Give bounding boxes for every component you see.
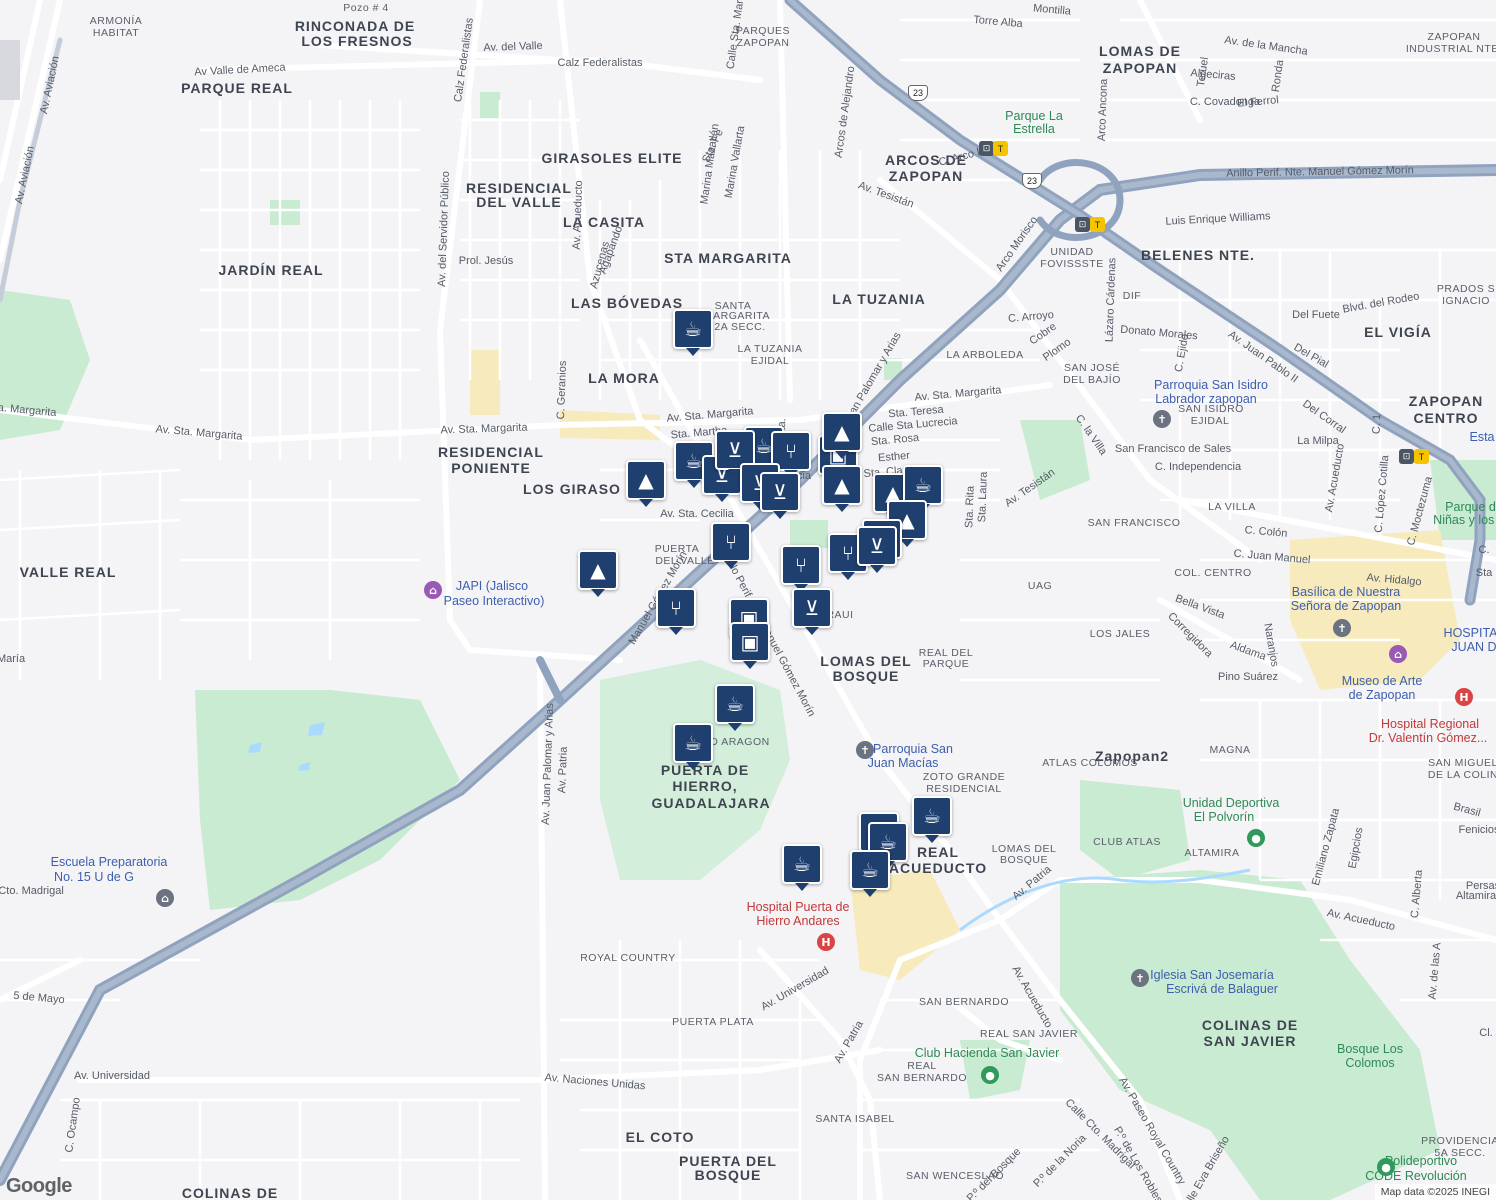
church-icon[interactable]: ✝ (1131, 969, 1149, 987)
map-attribution: Map data ©2025 INEGI (1374, 1184, 1496, 1200)
park-icon[interactable]: ● (1247, 829, 1265, 847)
school-icon: ▲ (590, 558, 606, 582)
place-marker[interactable]: ⑂ (781, 545, 821, 592)
place-marker[interactable]: ⑂ (656, 588, 696, 635)
place-marker[interactable]: ☕ (782, 844, 822, 891)
place-marker[interactable]: ▲ (578, 550, 618, 597)
restaurant-icon: ⑂ (795, 553, 807, 577)
place-marker[interactable]: ▲ (822, 465, 862, 512)
highway-shield: 23 (1022, 173, 1042, 189)
place-marker[interactable]: ☕ (912, 796, 952, 843)
cafe-icon: ☕ (684, 317, 702, 341)
transit-station-icon[interactable]: T (993, 141, 1008, 156)
place-marker[interactable]: ☕ (715, 684, 755, 731)
museum-icon[interactable]: ⌂ (424, 581, 442, 599)
shopping-cart-icon: ⊻ (727, 438, 743, 462)
shopping-bag-icon: ▣ (740, 630, 760, 654)
museum-icon[interactable]: ⌂ (1389, 645, 1407, 663)
place-marker[interactable]: ⊻ (760, 472, 800, 519)
cafe-icon: ☕ (879, 830, 897, 854)
cafe-icon: ☕ (914, 473, 932, 497)
church-icon[interactable]: ✝ (856, 741, 874, 759)
place-marker[interactable]: ☕ (673, 309, 713, 356)
cafe-icon: ☕ (684, 731, 702, 755)
school-icon: ▲ (638, 468, 654, 492)
restaurant-icon: ⑂ (670, 596, 682, 620)
transit-station-icon[interactable]: T (1090, 217, 1105, 232)
cafe-icon: ☕ (861, 858, 879, 882)
airport-area (0, 40, 20, 100)
cafe-icon: ☕ (923, 804, 941, 828)
school-icon: ▲ (834, 420, 850, 444)
cafe-icon: ☕ (726, 692, 744, 716)
highway-shield: 23 (908, 85, 928, 101)
cafe-icon: ☕ (685, 449, 703, 473)
place-marker[interactable]: ⑂ (711, 522, 751, 569)
place-marker[interactable]: ⊻ (792, 588, 832, 635)
shopping-cart-icon: ⊻ (869, 534, 885, 558)
place-marker[interactable]: ⊻ (857, 526, 897, 573)
school-icon: ▲ (834, 473, 850, 497)
place-marker[interactable]: ▣ (730, 622, 770, 669)
place-marker[interactable]: ☕ (673, 723, 713, 770)
place-marker[interactable]: ▲ (822, 412, 862, 459)
shopping-cart-icon: ⊻ (772, 480, 788, 504)
park-icon[interactable]: ● (981, 1066, 999, 1084)
restaurant-icon: ⑂ (785, 439, 797, 463)
hospital-icon[interactable]: H (1455, 688, 1473, 706)
transit-station-icon[interactable]: T (1414, 449, 1429, 464)
church-icon[interactable]: ✝ (1153, 410, 1171, 428)
place-marker[interactable]: ☕ (850, 850, 890, 897)
place-marker[interactable]: ☕ (903, 465, 943, 512)
park-icon[interactable]: ● (1377, 1158, 1395, 1176)
hospital-icon[interactable]: H (817, 933, 835, 951)
restaurant-icon: ⑂ (842, 541, 854, 565)
place-marker[interactable]: ▲ (626, 460, 666, 507)
google-logo: Google (6, 1175, 72, 1197)
transit-station-icon[interactable]: ⊡ (1399, 449, 1414, 464)
church-icon[interactable]: ✝ (1333, 619, 1351, 637)
transit-station-icon[interactable]: ⊡ (1075, 217, 1090, 232)
shopping-cart-icon: ⊻ (804, 596, 820, 620)
cafe-icon: ☕ (793, 852, 811, 876)
transit-station-icon[interactable]: ⊡ (979, 141, 994, 156)
church-icon[interactable]: ⌂ (156, 889, 174, 907)
map-canvas[interactable]: RINCONADA DE LOS FRESNOS PARQUE REAL GIRASO… (0, 0, 1496, 1200)
restaurant-icon: ⑂ (725, 530, 737, 554)
